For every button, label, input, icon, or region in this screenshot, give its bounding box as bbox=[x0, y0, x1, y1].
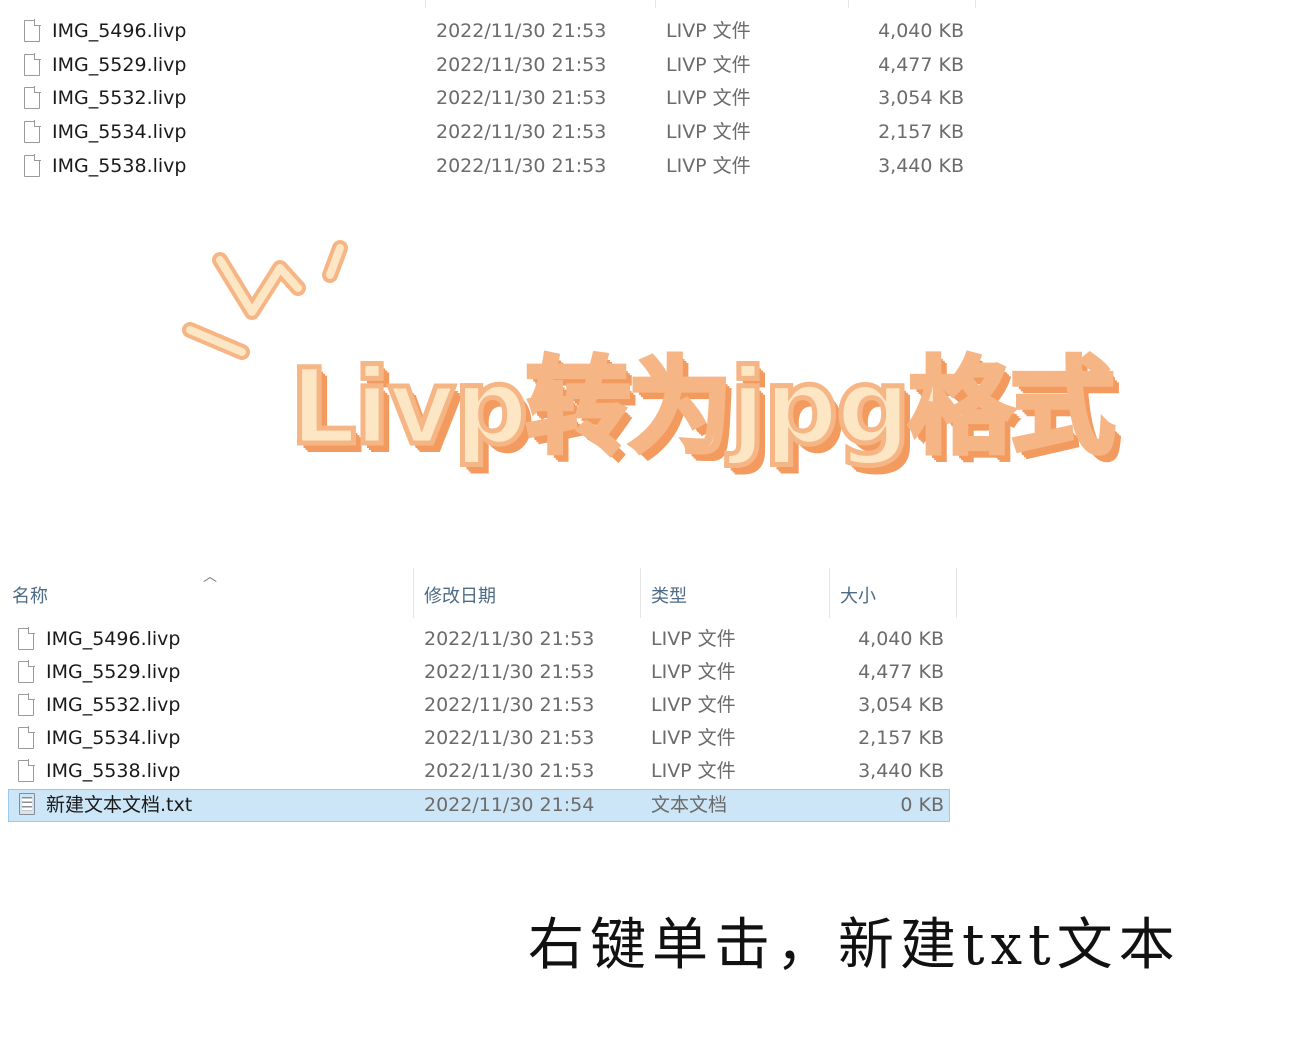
instruction-caption: 右键单击，新建txt文本 bbox=[528, 913, 1181, 978]
file-icon bbox=[24, 86, 41, 109]
file-date: 2022/11/30 21:53 bbox=[436, 20, 607, 42]
file-size: 3,440 KB bbox=[878, 155, 964, 177]
file-icon bbox=[24, 53, 41, 76]
file-size: 4,477 KB bbox=[878, 54, 964, 76]
file-name: IMG_5534.livp bbox=[46, 727, 181, 749]
file-icon bbox=[18, 660, 35, 683]
file-date: 2022/11/30 21:53 bbox=[424, 694, 595, 716]
file-type: 文本文档 bbox=[651, 794, 728, 816]
file-name: IMG_5529.livp bbox=[46, 661, 181, 683]
table-row[interactable]: IMG_5529.livp 2022/11/30 21:53 LIVP 文件 4… bbox=[8, 656, 950, 689]
file-size: 4,477 KB bbox=[858, 661, 944, 683]
column-divider[interactable] bbox=[975, 0, 976, 8]
file-icon bbox=[24, 120, 41, 143]
file-name: IMG_5496.livp bbox=[46, 628, 181, 650]
file-name: IMG_5538.livp bbox=[52, 155, 187, 177]
file-type: LIVP 文件 bbox=[651, 727, 736, 749]
file-type: LIVP 文件 bbox=[651, 694, 736, 716]
table-row-selected[interactable]: 新建文本文档.txt 2022/11/30 21:54 文本文档 0 KB bbox=[8, 789, 950, 822]
file-type: LIVP 文件 bbox=[666, 121, 751, 143]
table-row[interactable]: IMG_5496.livp 2022/11/30 21:53 LIVP 文件 4… bbox=[8, 623, 950, 656]
file-date: 2022/11/30 21:54 bbox=[424, 794, 595, 816]
file-type: LIVP 文件 bbox=[651, 661, 736, 683]
file-size: 3,054 KB bbox=[858, 694, 944, 716]
file-type: LIVP 文件 bbox=[666, 20, 751, 42]
column-divider[interactable] bbox=[655, 0, 656, 8]
file-type: LIVP 文件 bbox=[651, 760, 736, 782]
file-date: 2022/11/30 21:53 bbox=[424, 628, 595, 650]
file-name: IMG_5532.livp bbox=[46, 694, 181, 716]
column-header-date[interactable]: 修改日期 bbox=[424, 582, 496, 608]
file-name: IMG_5538.livp bbox=[46, 760, 181, 782]
file-icon bbox=[24, 19, 41, 42]
top-file-list: IMG_5496.livp 2022/11/30 21:53 LIVP 文件 4… bbox=[0, 0, 1000, 190]
list-item[interactable]: IMG_5538.livp 2022/11/30 21:53 LIVP 文件 3… bbox=[0, 151, 1000, 181]
file-size: 4,040 KB bbox=[858, 628, 944, 650]
column-header-size[interactable]: 大小 bbox=[840, 582, 876, 608]
sort-ascending-icon[interactable]: ︿ bbox=[203, 566, 217, 586]
file-type: LIVP 文件 bbox=[666, 54, 751, 76]
text-file-icon bbox=[19, 793, 35, 815]
column-divider[interactable] bbox=[640, 568, 641, 618]
page-title: Livp转为jpg格式 bbox=[288, 344, 1118, 471]
file-explorer: ︿ 名称 修改日期 类型 大小 IMG_5496.livp 2022/11/30… bbox=[0, 560, 970, 830]
file-date: 2022/11/30 21:53 bbox=[436, 54, 607, 76]
file-date: 2022/11/30 21:53 bbox=[436, 121, 607, 143]
file-size: 2,157 KB bbox=[858, 727, 944, 749]
column-header-name[interactable]: 名称 bbox=[12, 582, 48, 608]
file-name: 新建文本文档.txt bbox=[46, 794, 193, 816]
file-icon bbox=[18, 693, 35, 716]
list-item[interactable]: IMG_5534.livp 2022/11/30 21:53 LIVP 文件 2… bbox=[0, 117, 1000, 147]
file-date: 2022/11/30 21:53 bbox=[436, 155, 607, 177]
file-icon bbox=[18, 759, 35, 782]
list-item[interactable]: IMG_5532.livp 2022/11/30 21:53 LIVP 文件 3… bbox=[0, 83, 1000, 113]
file-icon bbox=[18, 627, 35, 650]
column-divider[interactable] bbox=[956, 568, 957, 618]
title-banner: Livp转为jpg格式 bbox=[170, 230, 1117, 480]
file-name: IMG_5529.livp bbox=[52, 54, 187, 76]
file-type: LIVP 文件 bbox=[651, 628, 736, 650]
file-name: IMG_5496.livp bbox=[52, 20, 187, 42]
file-type: LIVP 文件 bbox=[666, 155, 751, 177]
column-divider[interactable] bbox=[848, 0, 849, 8]
file-size: 0 KB bbox=[900, 794, 944, 816]
file-date: 2022/11/30 21:53 bbox=[424, 760, 595, 782]
table-row[interactable]: IMG_5532.livp 2022/11/30 21:53 LIVP 文件 3… bbox=[8, 689, 950, 722]
column-divider[interactable] bbox=[413, 568, 414, 618]
file-date: 2022/11/30 21:53 bbox=[424, 661, 595, 683]
file-size: 2,157 KB bbox=[878, 121, 964, 143]
column-divider[interactable] bbox=[425, 0, 426, 8]
file-size: 3,440 KB bbox=[858, 760, 944, 782]
file-icon bbox=[18, 726, 35, 749]
file-name: IMG_5534.livp bbox=[52, 121, 187, 143]
file-date: 2022/11/30 21:53 bbox=[424, 727, 595, 749]
table-row[interactable]: IMG_5534.livp 2022/11/30 21:53 LIVP 文件 2… bbox=[8, 722, 950, 755]
file-date: 2022/11/30 21:53 bbox=[436, 87, 607, 109]
file-icon bbox=[24, 154, 41, 177]
list-item[interactable]: IMG_5529.livp 2022/11/30 21:53 LIVP 文件 4… bbox=[0, 50, 1000, 80]
file-size: 3,054 KB bbox=[878, 87, 964, 109]
list-item[interactable]: IMG_5496.livp 2022/11/30 21:53 LIVP 文件 4… bbox=[0, 16, 1000, 46]
file-type: LIVP 文件 bbox=[666, 87, 751, 109]
file-size: 4,040 KB bbox=[878, 20, 964, 42]
file-name: IMG_5532.livp bbox=[52, 87, 187, 109]
table-row[interactable]: IMG_5538.livp 2022/11/30 21:53 LIVP 文件 3… bbox=[8, 755, 950, 788]
column-divider[interactable] bbox=[829, 568, 830, 618]
column-header-type[interactable]: 类型 bbox=[651, 582, 687, 608]
